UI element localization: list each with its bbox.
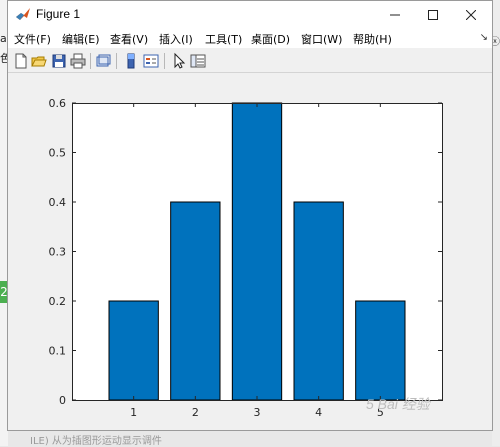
figure-window: Figure 1 文件(F) 编辑(E) 查看(V) 插入(I) 工具(T) 桌… xyxy=(7,0,493,431)
insert-colorbar-icon[interactable] xyxy=(122,52,140,70)
minimize-icon xyxy=(390,14,400,15)
bar-1 xyxy=(108,300,159,401)
y-tick-label: 0.4 xyxy=(49,196,67,209)
menu-view[interactable]: 查看(V) xyxy=(110,31,148,47)
menu-help[interactable]: 帮助(H) xyxy=(353,31,392,47)
menu-file[interactable]: 文件(F) xyxy=(14,31,51,47)
edit-plot-icon[interactable] xyxy=(170,52,188,70)
close-icon xyxy=(466,9,476,20)
menu-edit[interactable]: 编辑(E) xyxy=(62,31,100,47)
x-tick-label: 2 xyxy=(192,406,199,419)
bar-4 xyxy=(293,201,344,401)
print-icon[interactable] xyxy=(69,52,87,70)
figure-toolbar xyxy=(8,49,492,73)
toolbar-separator xyxy=(116,53,117,69)
window-title: Figure 1 xyxy=(36,7,81,21)
matlab-logo-icon xyxy=(16,8,30,20)
bar-2 xyxy=(170,201,221,401)
figure-canvas: 1 2 3 4 5 0 0.1 0.2 0.3 0.4 0.5 0.6 5 Bai 经验 xyxy=(8,73,492,430)
y-tick-label: 0.5 xyxy=(49,147,67,160)
background-right-strip xyxy=(492,0,500,446)
background-caption: ILE) 从为插图形运动显示调件 xyxy=(30,436,162,447)
link-plot-icon[interactable] xyxy=(94,52,112,70)
open-file-icon[interactable] xyxy=(30,52,48,70)
title-bar[interactable]: Figure 1 xyxy=(8,1,492,28)
maximize-icon xyxy=(428,9,438,20)
toolbar-separator xyxy=(164,53,165,69)
minimize-button[interactable] xyxy=(376,1,414,28)
y-tick-label: 0.1 xyxy=(49,345,67,358)
menu-overflow-arrow-icon[interactable]: ↘ xyxy=(480,32,488,43)
y-tick-label: 0 xyxy=(59,394,66,407)
x-tick-label: 1 xyxy=(130,406,137,419)
x-tick-label: 3 xyxy=(254,406,261,419)
y-tick-label: 0.3 xyxy=(49,246,67,259)
maximize-button[interactable] xyxy=(414,1,452,28)
bar-5 xyxy=(355,300,406,401)
property-inspector-icon[interactable] xyxy=(189,52,207,70)
menu-bar: 文件(F) 编辑(E) 查看(V) 插入(I) 工具(T) 桌面(D) 窗口(W… xyxy=(8,28,492,48)
menu-desktop[interactable]: 桌面(D) xyxy=(251,31,290,47)
toolbar-separator xyxy=(90,53,91,69)
save-icon[interactable] xyxy=(50,52,68,70)
watermark: 5 Bai 经验 xyxy=(366,396,430,412)
menu-window[interactable]: 窗口(W) xyxy=(301,31,342,47)
bar-chart: 1 2 3 4 500.10.20.30.40.50.6 xyxy=(49,97,443,419)
background-edge-text: a xyxy=(0,32,7,45)
x-tick-label: 4 xyxy=(315,406,322,419)
menu-insert[interactable]: 插入(I) xyxy=(159,31,193,47)
bar-3 xyxy=(231,102,283,401)
close-button[interactable] xyxy=(452,1,490,28)
y-tick-label: 0.2 xyxy=(49,295,67,308)
y-tick-label: 0.6 xyxy=(49,97,67,110)
new-figure-icon[interactable] xyxy=(12,52,30,70)
menu-tools[interactable]: 工具(T) xyxy=(205,31,242,47)
insert-legend-icon[interactable] xyxy=(142,52,160,70)
